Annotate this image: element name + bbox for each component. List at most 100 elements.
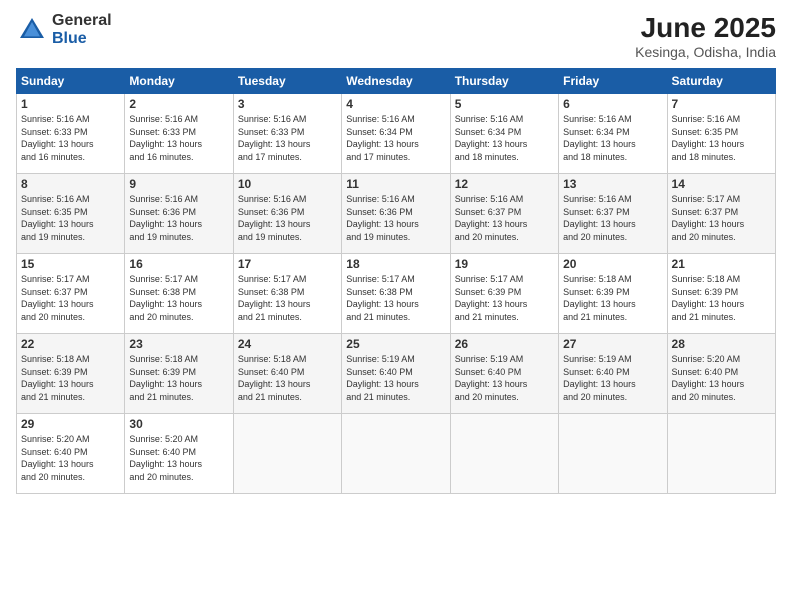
calendar-cell: 15 Sunrise: 5:17 AM Sunset: 6:37 PM Dayli…: [17, 254, 125, 334]
day-number: 17: [238, 257, 337, 271]
day-number: 13: [563, 177, 662, 191]
calendar-cell: 18 Sunrise: 5:17 AM Sunset: 6:38 PM Dayli…: [342, 254, 450, 334]
day-info: Sunrise: 5:19 AM Sunset: 6:40 PM Dayligh…: [346, 353, 445, 403]
day-number: 3: [238, 97, 337, 111]
calendar-header-row: SundayMondayTuesdayWednesdayThursdayFrid…: [17, 69, 776, 94]
calendar-cell: 4 Sunrise: 5:16 AM Sunset: 6:34 PM Daylig…: [342, 94, 450, 174]
logo-icon: [16, 14, 48, 46]
day-number: 18: [346, 257, 445, 271]
calendar-body: 1 Sunrise: 5:16 AM Sunset: 6:33 PM Daylig…: [17, 94, 776, 494]
logo: General Blue: [16, 12, 112, 47]
calendar-cell: 30 Sunrise: 5:20 AM Sunset: 6:40 PM Dayli…: [125, 414, 233, 494]
day-info: Sunrise: 5:18 AM Sunset: 6:39 PM Dayligh…: [563, 273, 662, 323]
calendar-cell: 14 Sunrise: 5:17 AM Sunset: 6:37 PM Dayli…: [667, 174, 775, 254]
calendar-table: SundayMondayTuesdayWednesdayThursdayFrid…: [16, 68, 776, 494]
calendar-week-3: 15 Sunrise: 5:17 AM Sunset: 6:37 PM Dayli…: [17, 254, 776, 334]
calendar-cell: 12Sunrise: 5:16 AM Sunset: 6:37 PM Dayli…: [450, 174, 558, 254]
calendar-cell: [342, 414, 450, 494]
day-header-sunday: Sunday: [17, 69, 125, 94]
day-info: Sunrise: 5:18 AM Sunset: 6:39 PM Dayligh…: [21, 353, 120, 403]
day-number: 20: [563, 257, 662, 271]
day-number: 1: [21, 97, 120, 111]
day-info: Sunrise: 5:17 AM Sunset: 6:38 PM Dayligh…: [346, 273, 445, 323]
title-block: June 2025 Kesinga, Odisha, India: [635, 12, 776, 60]
header: General Blue June 2025 Kesinga, Odisha, …: [16, 12, 776, 60]
logo-blue: Blue: [52, 30, 112, 48]
day-number: 22: [21, 337, 120, 351]
calendar-cell: 10 Sunrise: 5:16 AM Sunset: 6:36 PM Dayli…: [233, 174, 341, 254]
day-info: Sunrise: 5:19 AM Sunset: 6:40 PM Dayligh…: [563, 353, 662, 403]
calendar-week-2: 8Sunrise: 5:16 AM Sunset: 6:35 PM Daylig…: [17, 174, 776, 254]
calendar-subtitle: Kesinga, Odisha, India: [635, 44, 776, 60]
calendar-week-5: 29Sunrise: 5:20 AM Sunset: 6:40 PM Dayli…: [17, 414, 776, 494]
day-header-saturday: Saturday: [667, 69, 775, 94]
day-info: Sunrise: 5:16 AM Sunset: 6:34 PM Dayligh…: [346, 113, 445, 163]
day-number: 14: [672, 177, 771, 191]
day-header-wednesday: Wednesday: [342, 69, 450, 94]
day-info: Sunrise: 5:16 AM Sunset: 6:34 PM Dayligh…: [563, 113, 662, 163]
logo-text: General Blue: [52, 12, 112, 47]
day-info: Sunrise: 5:18 AM Sunset: 6:40 PM Dayligh…: [238, 353, 337, 403]
day-number: 23: [129, 337, 228, 351]
day-info: Sunrise: 5:20 AM Sunset: 6:40 PM Dayligh…: [672, 353, 771, 403]
day-info: Sunrise: 5:17 AM Sunset: 6:37 PM Dayligh…: [672, 193, 771, 243]
day-info: Sunrise: 5:16 AM Sunset: 6:33 PM Dayligh…: [238, 113, 337, 163]
calendar-cell: 20 Sunrise: 5:18 AM Sunset: 6:39 PM Dayli…: [559, 254, 667, 334]
day-header-monday: Monday: [125, 69, 233, 94]
day-header-friday: Friday: [559, 69, 667, 94]
day-number: 10: [238, 177, 337, 191]
calendar-cell: 17 Sunrise: 5:17 AM Sunset: 6:38 PM Dayli…: [233, 254, 341, 334]
day-number: 21: [672, 257, 771, 271]
day-info: Sunrise: 5:17 AM Sunset: 6:39 PM Dayligh…: [455, 273, 554, 323]
day-number: 5: [455, 97, 554, 111]
calendar-cell: 11 Sunrise: 5:16 AM Sunset: 6:36 PM Dayli…: [342, 174, 450, 254]
day-info: Sunrise: 5:19 AM Sunset: 6:40 PM Dayligh…: [455, 353, 554, 403]
calendar-cell: 13 Sunrise: 5:16 AM Sunset: 6:37 PM Dayli…: [559, 174, 667, 254]
day-number: 11: [346, 177, 445, 191]
calendar-week-1: 1 Sunrise: 5:16 AM Sunset: 6:33 PM Daylig…: [17, 94, 776, 174]
day-info: Sunrise: 5:16 AM Sunset: 6:36 PM Dayligh…: [129, 193, 228, 243]
page: General Blue June 2025 Kesinga, Odisha, …: [0, 0, 792, 612]
calendar-cell: [450, 414, 558, 494]
day-number: 26: [455, 337, 554, 351]
day-info: Sunrise: 5:17 AM Sunset: 6:37 PM Dayligh…: [21, 273, 120, 323]
calendar-cell: 23 Sunrise: 5:18 AM Sunset: 6:39 PM Dayli…: [125, 334, 233, 414]
day-info: Sunrise: 5:18 AM Sunset: 6:39 PM Dayligh…: [129, 353, 228, 403]
day-info: Sunrise: 5:20 AM Sunset: 6:40 PM Dayligh…: [129, 433, 228, 483]
calendar-cell: 22 Sunrise: 5:18 AM Sunset: 6:39 PM Dayli…: [17, 334, 125, 414]
calendar-cell: 24 Sunrise: 5:18 AM Sunset: 6:40 PM Dayli…: [233, 334, 341, 414]
day-number: 9: [129, 177, 228, 191]
calendar-cell: 19 Sunrise: 5:17 AM Sunset: 6:39 PM Dayli…: [450, 254, 558, 334]
day-info: Sunrise: 5:20 AM Sunset: 6:40 PM Dayligh…: [21, 433, 120, 483]
day-info: Sunrise: 5:17 AM Sunset: 6:38 PM Dayligh…: [238, 273, 337, 323]
day-number: 30: [129, 417, 228, 431]
day-info: Sunrise: 5:16 AM Sunset: 6:33 PM Dayligh…: [21, 113, 120, 163]
day-info: Sunrise: 5:17 AM Sunset: 6:38 PM Dayligh…: [129, 273, 228, 323]
calendar-cell: [559, 414, 667, 494]
calendar-cell: 2Sunrise: 5:16 AM Sunset: 6:33 PM Daylig…: [125, 94, 233, 174]
day-number: 24: [238, 337, 337, 351]
day-info: Sunrise: 5:16 AM Sunset: 6:36 PM Dayligh…: [346, 193, 445, 243]
calendar-title: June 2025: [635, 12, 776, 44]
day-number: 19: [455, 257, 554, 271]
day-info: Sunrise: 5:16 AM Sunset: 6:35 PM Dayligh…: [672, 113, 771, 163]
day-info: Sunrise: 5:16 AM Sunset: 6:37 PM Dayligh…: [455, 193, 554, 243]
logo-general: General: [52, 12, 112, 30]
calendar-cell: 6Sunrise: 5:16 AM Sunset: 6:34 PM Daylig…: [559, 94, 667, 174]
day-number: 4: [346, 97, 445, 111]
calendar-cell: 7 Sunrise: 5:16 AM Sunset: 6:35 PM Daylig…: [667, 94, 775, 174]
calendar-cell: 16 Sunrise: 5:17 AM Sunset: 6:38 PM Dayli…: [125, 254, 233, 334]
day-info: Sunrise: 5:16 AM Sunset: 6:35 PM Dayligh…: [21, 193, 120, 243]
day-header-thursday: Thursday: [450, 69, 558, 94]
day-number: 7: [672, 97, 771, 111]
day-info: Sunrise: 5:16 AM Sunset: 6:37 PM Dayligh…: [563, 193, 662, 243]
day-number: 27: [563, 337, 662, 351]
day-number: 15: [21, 257, 120, 271]
day-number: 16: [129, 257, 228, 271]
day-number: 2: [129, 97, 228, 111]
day-info: Sunrise: 5:16 AM Sunset: 6:36 PM Dayligh…: [238, 193, 337, 243]
day-number: 25: [346, 337, 445, 351]
calendar-cell: 9 Sunrise: 5:16 AM Sunset: 6:36 PM Daylig…: [125, 174, 233, 254]
calendar-cell: 25 Sunrise: 5:19 AM Sunset: 6:40 PM Dayli…: [342, 334, 450, 414]
day-info: Sunrise: 5:16 AM Sunset: 6:34 PM Dayligh…: [455, 113, 554, 163]
